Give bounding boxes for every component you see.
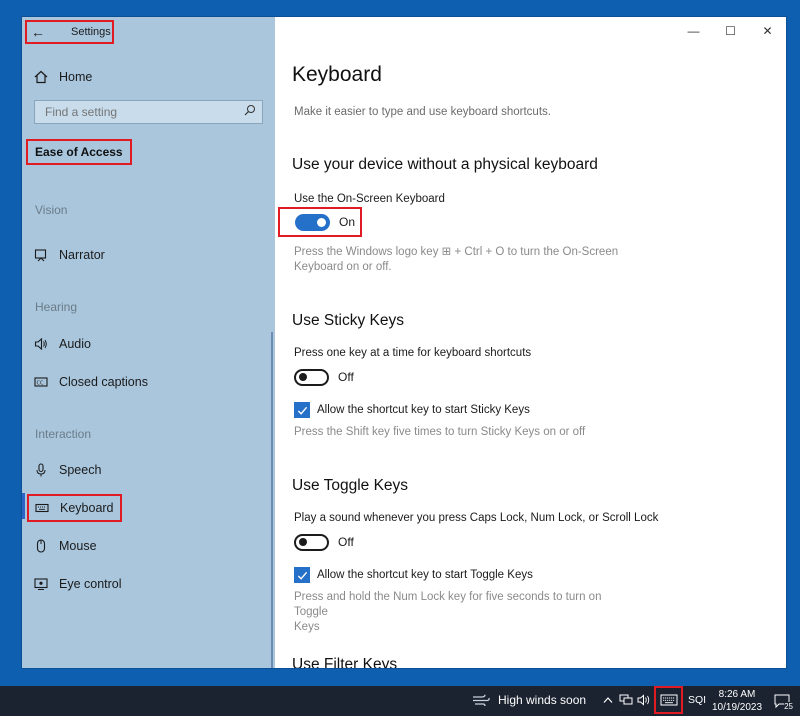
search-icon[interactable] [244,103,256,121]
microphone-icon [34,463,48,477]
sidebar-item-eye-control[interactable]: Eye control [34,574,122,594]
sidebar-item-mouse[interactable]: Mouse [34,536,97,556]
toggle-keys-toggle-switch[interactable] [294,533,329,551]
sticky-heading: Use Sticky Keys [292,312,404,329]
keyboard-icon [35,501,49,515]
maximize-button[interactable]: ☐ [712,17,749,45]
sidebar-item-label: Audio [59,337,91,351]
sidebar-item-closed-captions[interactable]: CC Closed captions [34,372,148,392]
toggle-keys-label: Play a sound whenever you press Caps Loc… [294,512,659,524]
toggle-keys-shortcut-checkbox-row[interactable]: Allow the shortcut key to start Toggle K… [294,566,533,584]
touch-keyboard-tray-button[interactable] [654,686,683,714]
keyboard-tray-icon [660,694,677,706]
sidebar-item-label: Speech [59,463,102,477]
svg-text:CC: CC [37,381,44,387]
group-label-hearing: Hearing [35,300,78,314]
osk-help: Press the Windows logo key ⊞ + Ctrl + O … [294,245,634,275]
sticky-toggle-switch[interactable] [294,368,329,386]
narrator-icon [34,248,48,262]
sidebar-item-label: Home [59,70,93,84]
back-arrow-icon[interactable]: ← [27,24,49,40]
system-tray [600,692,654,708]
weather-text: High winds soon [498,693,587,707]
osk-label: Use the On-Screen Keyboard [294,193,445,205]
minimize-button[interactable]: — [675,17,712,45]
osk-toggle-switch[interactable] [295,213,330,231]
app-title: Settings [71,26,111,38]
clock-time: 8:26 AM [718,689,756,700]
home-icon [34,70,48,84]
sidebar: ← Settings Home Ease of Access Vision Na… [22,17,275,668]
sticky-help: Press the Shift key five times to turn S… [294,426,586,438]
clock[interactable]: 8:26 AM 10/19/2023 [712,688,762,714]
sidebar-item-narrator[interactable]: Narrator [34,245,105,265]
sticky-shortcut-checkbox-row[interactable]: Allow the shortcut key to start Sticky K… [294,401,530,419]
toggle-keys-shortcut-checkbox[interactable] [294,567,310,583]
toggle-keys-help-line1: Press and hold the Num Lock key for five… [294,591,602,618]
sticky-shortcut-label: Allow the shortcut key to start Sticky K… [317,404,530,416]
osk-heading: Use your device without a physical keybo… [292,156,598,173]
window-controls: — ☐ ✕ [675,17,786,45]
toggle-keys-help: Press and hold the Num Lock key for five… [294,590,634,635]
sidebar-item-keyboard[interactable]: Keyboard [27,494,122,522]
network-icon[interactable] [618,692,634,708]
sidebar-item-label: Keyboard [60,501,114,515]
search-box[interactable] [34,100,263,124]
sticky-label: Press one key at a time for keyboard sho… [294,347,532,359]
group-label-interaction: Interaction [35,427,92,441]
section-title: Ease of Access [26,139,132,165]
chevron-up-icon[interactable] [600,692,616,708]
sidebar-item-audio[interactable]: Audio [34,334,91,354]
weather-widget[interactable]: High winds soon [472,693,586,707]
sidebar-item-label: Closed captions [59,375,148,389]
settings-window: ← Settings Home Ease of Access Vision Na… [22,17,786,668]
sticky-toggle-state: Off [338,370,354,384]
language-indicator[interactable]: SQI [688,694,706,706]
eye-control-icon [34,577,48,591]
closed-captions-icon: CC [34,375,48,389]
sidebar-item-label: Narrator [59,248,105,262]
sidebar-item-speech[interactable]: Speech [34,460,101,480]
clock-date: 10/19/2023 [712,702,763,713]
sticky-shortcut-checkbox[interactable] [294,402,310,418]
speaker-icon [34,337,48,351]
sidebar-item-home[interactable]: Home [34,67,92,87]
main-content: — ☐ ✕ Keyboard Make it easier to type an… [275,17,786,668]
page-title: Keyboard [292,63,382,86]
toggle-keys-toggle-state: Off [338,535,354,549]
notification-count: 25 [784,702,793,711]
notification-center-button[interactable]: 25 [772,692,793,711]
title-bar-left: ← Settings [25,20,114,44]
sidebar-item-label: Mouse [59,539,97,553]
search-input[interactable] [45,105,225,119]
toggle-keys-heading: Use Toggle Keys [292,477,409,494]
toggle-keys-help-line2: Keys [294,621,320,633]
checkmark-icon [297,406,307,415]
filter-keys-heading: Use Filter Keys [292,656,398,668]
wind-icon [473,694,490,707]
osk-help-line2: Keyboard on or off. [294,261,392,273]
osk-toggle[interactable]: On [278,207,362,237]
sidebar-item-label: Eye control [59,577,122,591]
osk-toggle-state: On [339,215,356,229]
volume-icon[interactable] [636,692,652,708]
selected-indicator [22,493,25,519]
osk-help-line1: Press the Windows logo key ⊞ + Ctrl + O … [294,246,619,258]
toggle-keys-shortcut-label: Allow the shortcut key to start Toggle K… [317,569,533,581]
sticky-toggle[interactable]: Off [294,367,354,387]
group-label-vision: Vision [35,203,68,217]
close-button[interactable]: ✕ [749,17,786,45]
sidebar-scrollbar[interactable] [271,332,273,668]
toggle-keys-toggle[interactable]: Off [294,532,354,552]
page-subtitle: Make it easier to type and use keyboard … [294,106,551,118]
checkmark-icon [297,571,307,580]
mouse-icon [34,539,48,553]
